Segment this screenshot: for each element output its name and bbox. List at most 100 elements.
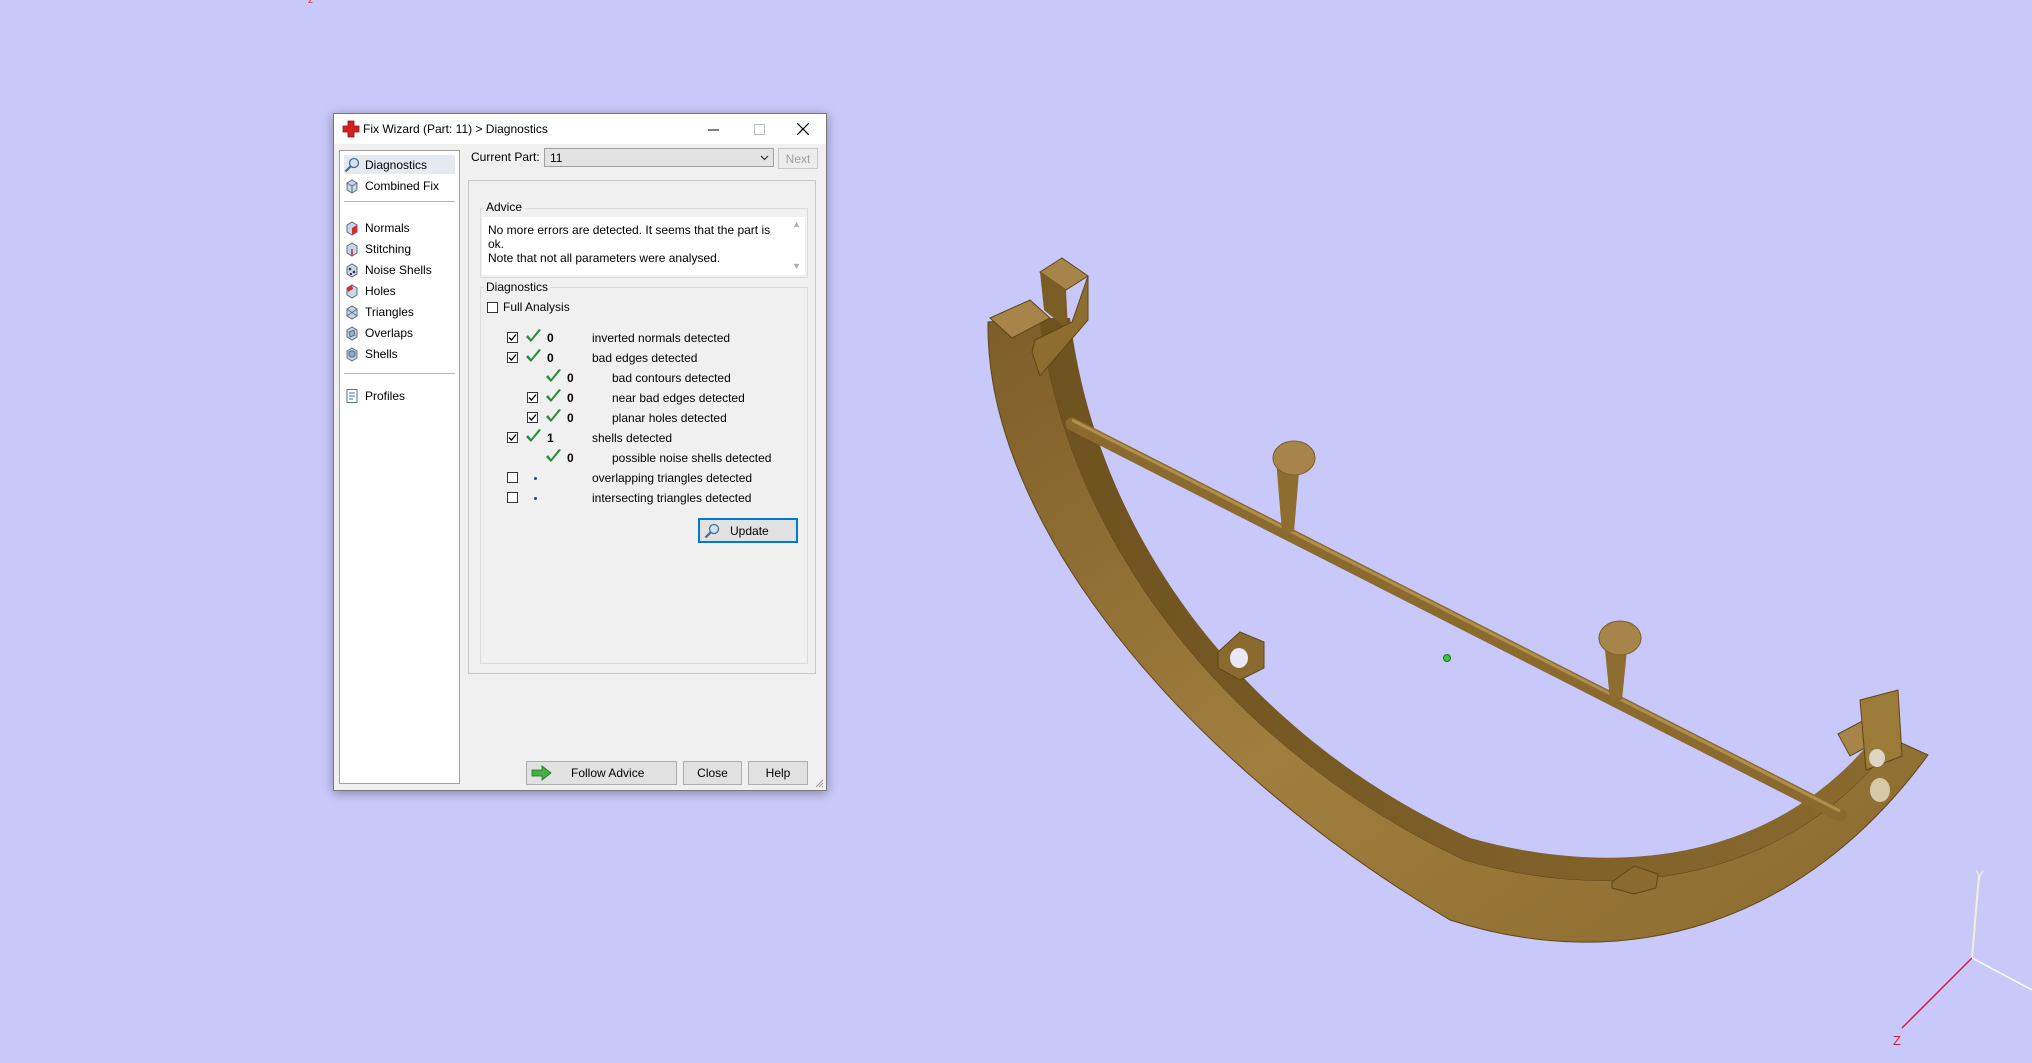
sidebar-separator — [344, 201, 455, 202]
current-part-value: 11 — [550, 151, 563, 165]
sidebar-item-label: Shells — [365, 346, 398, 361]
stitching-icon — [346, 241, 358, 257]
sidebar-item-label: Triangles — [365, 304, 414, 319]
sidebar-item-label: Diagnostics — [365, 157, 428, 172]
peg-right — [1598, 620, 1642, 700]
part-model[interactable] — [987, 257, 1929, 943]
overlapping-triangles-checkbox[interactable] — [507, 472, 518, 483]
y-axis-label: Y — [1975, 867, 1985, 883]
overlapping-triangles-label: overlapping triangles detected — [592, 471, 753, 485]
sidebar-item-triangles[interactable]: Triangles — [344, 302, 455, 321]
scroll-up-icon[interactable]: ▲ — [792, 219, 801, 229]
shells-icon — [346, 346, 358, 362]
sidebar-item-diagnostics[interactable]: Diagnostics — [344, 155, 455, 174]
overlaps-icon — [346, 325, 358, 341]
checkmark-icon — [528, 394, 537, 401]
sidebar-item-normals[interactable]: Normals — [344, 218, 455, 237]
minimize-icon — [707, 129, 719, 130]
sidebar-item-profiles[interactable]: Profiles — [344, 386, 455, 405]
green-check-icon — [526, 329, 541, 342]
close-button[interactable]: Close — [683, 761, 742, 785]
title-bar[interactable]: Fix Wizard (Part: 11) > Diagnostics — [334, 114, 826, 144]
sidebar-item-holes[interactable]: Holes — [344, 281, 455, 300]
update-label: Update — [730, 523, 769, 538]
noise-shells-count: 0 — [567, 451, 574, 465]
current-part-label: Current Part: — [471, 150, 540, 164]
sidebar-item-label: Profiles — [365, 388, 406, 403]
full-analysis-label: Full Analysis — [503, 300, 570, 314]
green-check-icon — [526, 349, 541, 362]
help-button[interactable]: Help — [748, 761, 808, 785]
sidebar-item-stitching[interactable]: Stitching — [344, 239, 455, 258]
resize-grip-icon[interactable] — [814, 778, 824, 788]
full-analysis-checkbox[interactable] — [487, 302, 498, 313]
app-cross-icon — [342, 120, 360, 138]
svg-text:z: z — [308, 0, 313, 6]
bad-contours-count: 0 — [567, 371, 574, 385]
update-button[interactable]: Update — [698, 518, 798, 543]
holes-icon — [346, 283, 358, 299]
advice-text-box: No more errors are detected. It seems th… — [482, 217, 805, 275]
axis-triad: Y Z — [1893, 867, 2032, 1048]
sidebar-item-label: Combined Fix — [365, 178, 440, 193]
intersecting-triangles-label: intersecting triangles detected — [592, 491, 752, 505]
planar-holes-count: 0 — [567, 411, 574, 425]
green-check-icon — [546, 409, 561, 422]
magnifier-icon — [704, 523, 720, 538]
3d-viewport[interactable]: z Y Z — [0, 0, 2032, 1063]
pending-dot-icon — [534, 477, 537, 480]
noise-shells-icon — [346, 262, 358, 278]
minimize-button[interactable] — [690, 114, 736, 144]
inverted-normals-count: 0 — [547, 331, 554, 345]
checkmark-icon — [508, 354, 517, 361]
checkmark-icon — [508, 334, 517, 341]
near-bad-edges-count: 0 — [567, 391, 574, 405]
advice-line-2: Note that not all parameters were analys… — [488, 251, 721, 265]
bad-edges-checkbox[interactable] — [507, 352, 518, 363]
peg-left — [1272, 440, 1316, 532]
scroll-down-icon[interactable]: ▼ — [792, 261, 801, 271]
near-bad-edges-checkbox[interactable] — [527, 392, 538, 403]
pending-dot-icon — [534, 497, 537, 500]
sidebar-item-overlaps[interactable]: Overlaps — [344, 323, 455, 342]
sidebar-item-combined-fix[interactable]: Combined Fix — [344, 176, 455, 195]
chevron-down-icon — [760, 155, 769, 161]
normals-icon — [346, 220, 358, 236]
current-part-select[interactable]: 11 — [544, 148, 774, 167]
shells-checkbox[interactable] — [507, 432, 518, 443]
advice-title: Advice — [484, 200, 525, 214]
follow-advice-button[interactable]: Follow Advice — [526, 761, 677, 785]
green-check-icon — [526, 429, 541, 442]
wizard-sidebar: Diagnostics Combined Fix Normals Stitchi… — [339, 150, 460, 784]
green-check-icon — [546, 449, 561, 462]
checkmark-icon — [528, 414, 537, 421]
noise-shells-label: possible noise shells detected — [612, 451, 772, 465]
cube-icon — [346, 178, 358, 194]
follow-advice-label: Follow Advice — [571, 766, 645, 780]
shells-label: shells detected — [592, 431, 673, 445]
green-check-icon — [546, 369, 561, 382]
intersecting-triangles-checkbox[interactable] — [507, 492, 518, 503]
dialog-title: Fix Wizard (Part: 11) > Diagnostics — [363, 122, 548, 136]
planar-holes-checkbox[interactable] — [527, 412, 538, 423]
close-icon — [797, 123, 809, 135]
green-check-icon — [546, 389, 561, 402]
sidebar-item-shells[interactable]: Shells — [344, 344, 455, 363]
maximize-button[interactable] — [736, 114, 782, 144]
planar-holes-label: planar holes detected — [612, 411, 727, 425]
maximize-icon — [753, 123, 765, 135]
shells-count: 1 — [547, 431, 554, 445]
close-window-button[interactable] — [780, 114, 826, 144]
triangles-icon — [346, 304, 358, 320]
sidebar-item-label: Overlaps — [365, 325, 414, 340]
bad-edges-label: bad edges detected — [592, 351, 698, 365]
sidebar-item-label: Noise Shells — [365, 262, 432, 277]
inverted-normals-checkbox[interactable] — [507, 332, 518, 343]
inverted-normals-label: inverted normals detected — [592, 331, 731, 345]
rotation-center-marker[interactable] — [1443, 654, 1451, 662]
next-button[interactable]: Next — [778, 148, 818, 169]
advice-line-1: No more errors are detected. It seems th… — [488, 223, 771, 251]
magnifier-icon — [344, 157, 360, 172]
z-axis-label: Z — [1893, 1033, 1901, 1048]
sidebar-item-noise-shells[interactable]: Noise Shells — [344, 260, 455, 279]
